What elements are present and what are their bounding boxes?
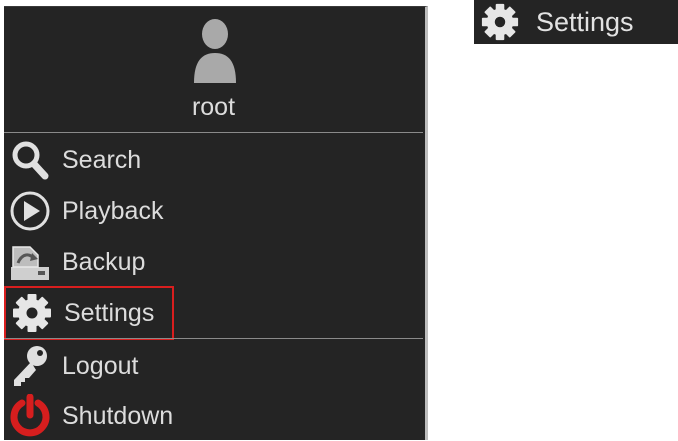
search-icon xyxy=(4,135,56,185)
divider xyxy=(4,132,423,133)
stage: root Search Playback Backup Settings Log… xyxy=(0,0,678,441)
menu-item-playback[interactable]: Playback xyxy=(4,186,423,236)
user-menu-panel: root Search Playback Backup Settings Log… xyxy=(4,6,428,440)
menu-item-backup[interactable]: Backup xyxy=(4,237,423,287)
menu-item-label: Logout xyxy=(62,351,139,380)
menu-item-logout[interactable]: Logout xyxy=(4,341,423,391)
user-header: root xyxy=(4,7,423,131)
divider xyxy=(4,338,423,339)
menu-item-settings[interactable]: Settings xyxy=(4,286,174,340)
menu-item-label: Settings xyxy=(64,298,155,327)
gear-icon xyxy=(6,288,58,338)
menu-item-shutdown[interactable]: Shutdown xyxy=(4,391,423,441)
backup-icon xyxy=(4,237,56,287)
playback-icon xyxy=(4,186,56,236)
username: root xyxy=(191,93,236,121)
power-icon xyxy=(4,391,56,441)
user-avatar-icon xyxy=(194,19,236,83)
menu-item-label: Backup xyxy=(62,247,146,276)
menu-item-label: Shutdown xyxy=(62,401,174,430)
menu-item-search[interactable]: Search xyxy=(4,135,423,185)
key-icon xyxy=(4,341,56,391)
gear-icon xyxy=(474,0,526,44)
settings-zoom-badge: Settings xyxy=(474,0,678,44)
menu-item-label: Search xyxy=(62,145,142,174)
badge-label: Settings xyxy=(536,6,634,37)
menu-item-label: Playback xyxy=(62,196,164,225)
